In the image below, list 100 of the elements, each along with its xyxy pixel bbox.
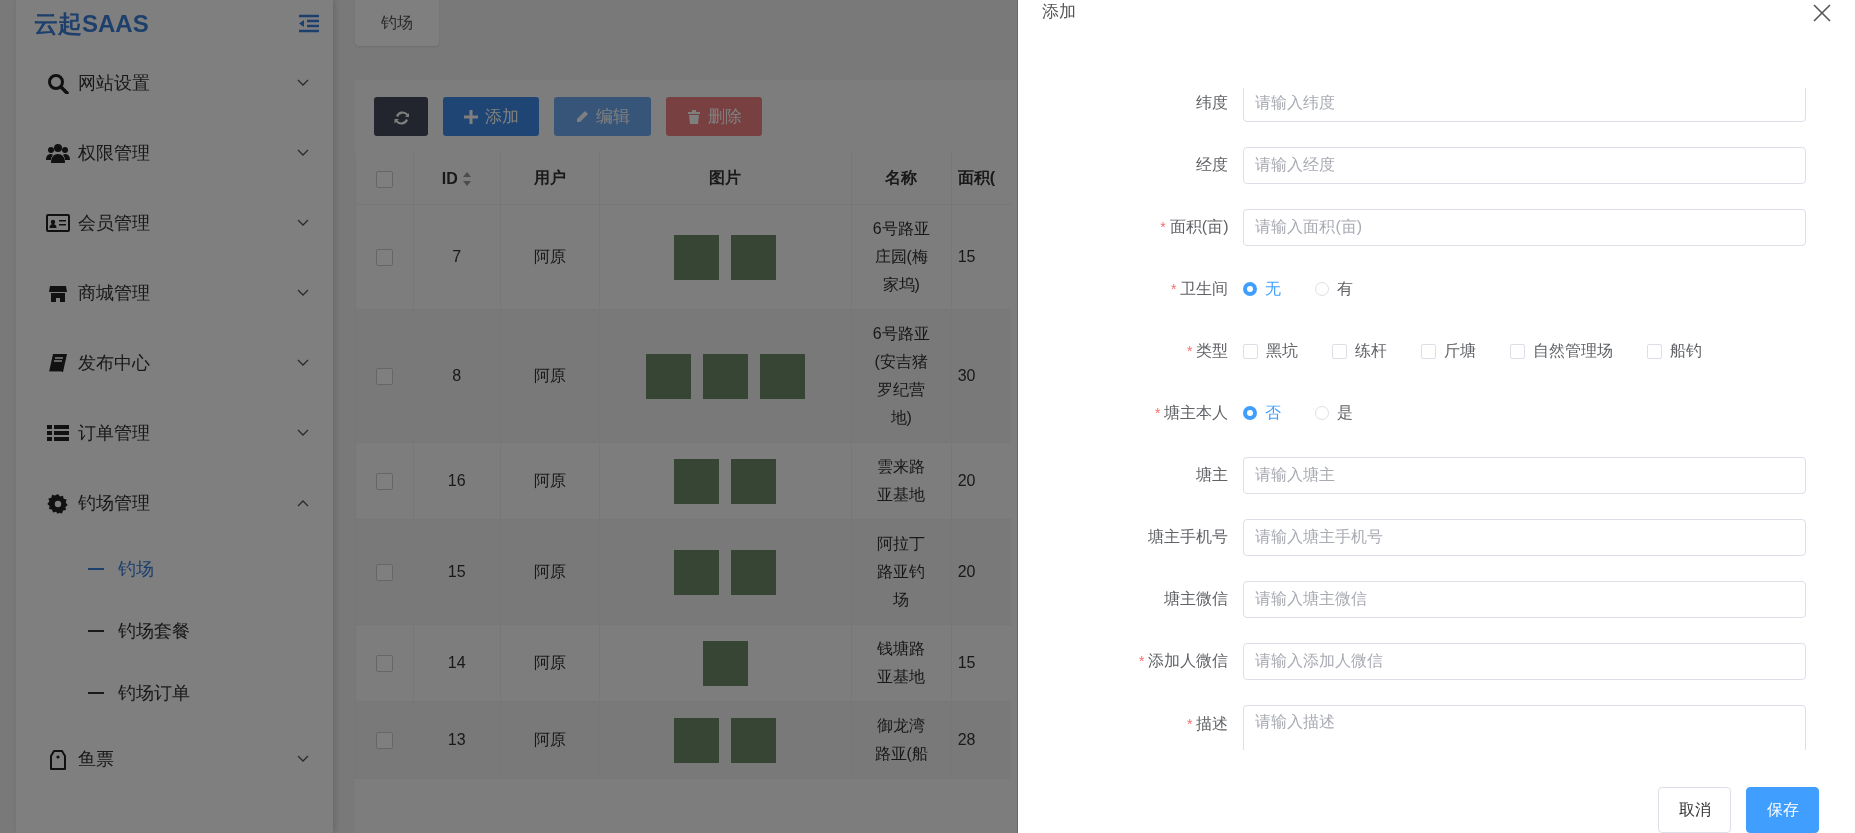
option-label: 斤塘	[1444, 340, 1477, 361]
table-cell: 20	[957, 563, 976, 580]
cancel-button[interactable]: 取消	[1658, 787, 1731, 833]
table-cell: 13	[447, 731, 466, 748]
app-logo: 云起SAAS	[34, 9, 149, 39]
photo-placeholder	[674, 717, 720, 763]
sort-icon[interactable]	[461, 171, 472, 188]
required-mark: *	[1187, 716, 1193, 733]
checkbox[interactable]	[1243, 343, 1259, 359]
option-label: 黑坑	[1266, 340, 1299, 361]
table-cell: 阿拉丁路亚钓场	[877, 535, 926, 608]
sidebar-item-label: 钓场管理	[78, 492, 151, 515]
sidebar-item-label: 权限管理	[78, 142, 151, 165]
text-input[interactable]: 请输入面积(亩)	[1243, 208, 1806, 246]
field-label: 纬度	[1196, 92, 1229, 113]
table-cell: 阿原	[533, 654, 566, 671]
required-mark: *	[1160, 219, 1166, 236]
sidebar-item[interactable]: 会员管理	[16, 188, 333, 258]
photo-placeholder	[731, 549, 777, 595]
required-mark: *	[1139, 653, 1145, 670]
sidebar-item-label: 商城管理	[78, 282, 151, 305]
radio-button[interactable]	[1243, 282, 1258, 297]
photo-placeholder	[759, 353, 805, 399]
field-label: 卫生间	[1180, 278, 1229, 299]
sidebar-item[interactable]: 鱼票	[16, 724, 333, 794]
text-input[interactable]: 请输入经度	[1243, 146, 1806, 184]
row-checkbox[interactable]	[375, 655, 393, 673]
text-input[interactable]: 请输入塘主微信	[1243, 580, 1806, 618]
text-input[interactable]: 请输入纬度	[1243, 87, 1806, 122]
table-cell: 阿原	[533, 367, 566, 384]
save-button[interactable]: 保存	[1746, 787, 1819, 833]
list-icon	[46, 422, 70, 444]
table-cell: 钱塘路亚基地	[877, 640, 926, 685]
sidebar-item[interactable]: 商城管理	[16, 258, 333, 328]
sidebar-item-label: 订单管理	[78, 422, 151, 445]
add-button[interactable]: 添加	[442, 97, 539, 136]
required-mark: *	[1155, 405, 1161, 422]
text-input[interactable]: 请输入塘主手机号	[1243, 518, 1806, 556]
table-cell: 阿原	[533, 563, 566, 580]
close-icon	[1813, 4, 1831, 22]
field-label: 添加人微信	[1148, 650, 1229, 671]
field-label: 描述	[1196, 713, 1229, 734]
sidebar-item-label: 发布中心	[78, 352, 151, 375]
close-button[interactable]	[1813, 4, 1831, 22]
table-cell: 15	[957, 248, 976, 265]
select-all-checkbox[interactable]	[375, 170, 393, 188]
field-label: 类型	[1196, 340, 1229, 361]
sidebar-subitem[interactable]: 钓场套餐	[16, 600, 333, 662]
refresh-button[interactable]	[373, 97, 428, 136]
option-label: 自然管理场	[1533, 340, 1614, 361]
row-checkbox[interactable]	[375, 564, 393, 582]
text-input[interactable]: 请输入塘主	[1243, 456, 1806, 494]
column-header: 名称	[885, 169, 918, 186]
text-input[interactable]: 请输入添加人微信	[1243, 642, 1806, 680]
checkbox[interactable]	[1421, 343, 1437, 359]
table-cell: 15	[957, 654, 976, 671]
collapse-menu-icon[interactable]	[296, 14, 321, 34]
book-icon	[46, 352, 70, 374]
photo-placeholder	[674, 234, 720, 280]
table-cell: 6号路亚庄园(梅家坞)	[872, 220, 930, 293]
sidebar-item-label: 网站设置	[78, 72, 151, 95]
radio-button[interactable]	[1243, 406, 1258, 421]
sidebar-item[interactable]: 发布中心	[16, 328, 333, 398]
option-label: 有	[1337, 278, 1354, 299]
table-cell: 20	[957, 472, 976, 489]
checkbox[interactable]	[1510, 343, 1526, 359]
row-checkbox[interactable]	[375, 249, 393, 267]
checkbox[interactable]	[1647, 343, 1663, 359]
trash-icon	[685, 108, 702, 125]
row-checkbox[interactable]	[375, 368, 393, 386]
table-cell: 28	[957, 731, 976, 748]
sidebar-item[interactable]: 钓场管理	[16, 468, 333, 538]
row-checkbox[interactable]	[375, 732, 393, 750]
option-label: 否	[1265, 402, 1282, 423]
sidebar-item-label: 会员管理	[78, 212, 151, 235]
required-mark: *	[1171, 281, 1177, 298]
column-header: 用户	[533, 169, 566, 186]
sidebar-item-label: 鱼票	[78, 748, 115, 771]
drawer-title: 添加	[1042, 1, 1077, 23]
users-icon	[46, 142, 70, 164]
sidebar-subitem[interactable]: 钓场订单	[16, 662, 333, 724]
page-tab[interactable]: 钓场	[354, 0, 439, 46]
plus-icon	[462, 108, 479, 125]
search-icon	[46, 72, 70, 94]
sidebar-item[interactable]: 网站设置	[16, 48, 333, 118]
field-label: 塘主	[1196, 464, 1229, 485]
row-checkbox[interactable]	[375, 473, 393, 491]
checkbox[interactable]	[1332, 343, 1348, 359]
option-label: 是	[1337, 402, 1354, 423]
option-label: 练杆	[1355, 340, 1388, 361]
photo-placeholder	[674, 549, 720, 595]
table-cell: 阿原	[533, 248, 566, 265]
sidebar-item[interactable]: 权限管理	[16, 118, 333, 188]
sidebar-item[interactable]: 订单管理	[16, 398, 333, 468]
table-cell: 16	[447, 472, 466, 489]
field-label: 塘主手机号	[1148, 526, 1229, 547]
gear-icon	[46, 492, 70, 514]
textarea-input[interactable]: 请输入描述	[1243, 704, 1806, 750]
sidebar-subitem[interactable]: 钓场	[16, 538, 333, 600]
table-cell: 阿原	[533, 472, 566, 489]
